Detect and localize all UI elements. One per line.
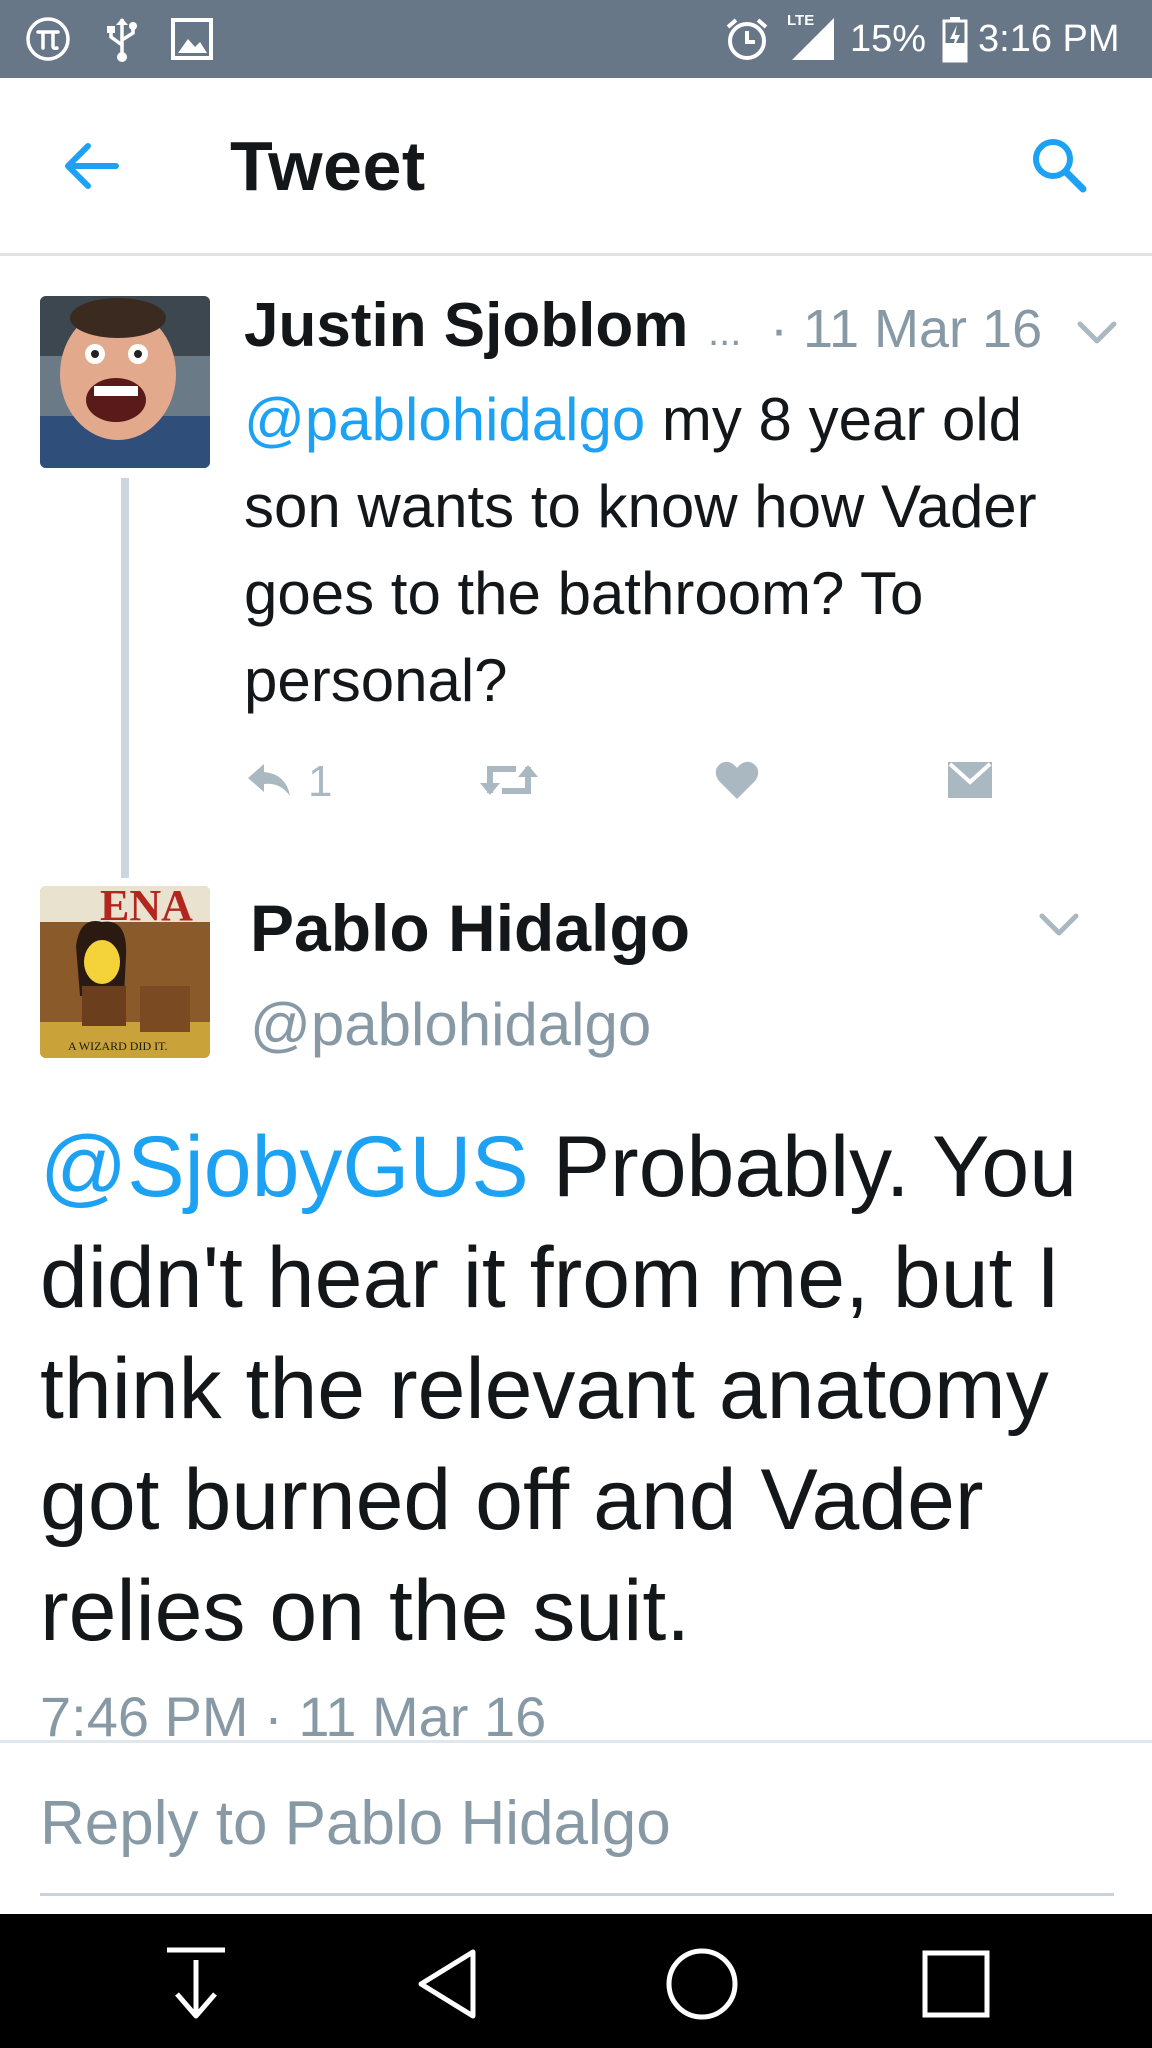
chevron-down-icon[interactable]: [1036, 908, 1082, 942]
envelope-icon: [946, 760, 994, 805]
page-title: Tweet: [230, 127, 426, 205]
direct-message-button[interactable]: [946, 756, 994, 808]
like-button[interactable]: [714, 756, 760, 808]
mention-link[interactable]: @SjobyGUS: [40, 1119, 529, 1215]
chevron-down-icon[interactable]: [1074, 316, 1120, 350]
app-bar: Tweet: [0, 78, 1152, 256]
status-time: 3:16 PM: [978, 18, 1120, 60]
heart-icon: [714, 759, 760, 806]
tweet-text: @pablohidalgo my 8 year old son wants to…: [244, 376, 1124, 724]
retweet-icon: [478, 759, 540, 806]
divider: [0, 1740, 1152, 1743]
tweet-author-name[interactable]: Pablo Hidalgo: [250, 890, 690, 966]
battery-percent: 15%: [850, 18, 927, 60]
recents-nav-icon[interactable]: [906, 1934, 1006, 2034]
name-truncation: ...: [708, 310, 742, 354]
reply-count: 1: [308, 757, 333, 806]
status-bar: LTE 15% 3:16 PM: [0, 0, 1152, 78]
reply-input[interactable]: Reply to Pablo Hidalgo: [40, 1788, 1114, 1896]
hide-keyboard-icon[interactable]: [146, 1934, 246, 2034]
home-nav-icon[interactable]: [652, 1934, 752, 2034]
avatar-justin-sjoblom[interactable]: [40, 296, 210, 468]
avatar-caption: A WIZARD DID IT.: [68, 1039, 168, 1053]
pi-icon: [20, 15, 76, 63]
tweet-author-name[interactable]: Justin Sjoblom: [244, 290, 688, 361]
mention-link[interactable]: @pablohidalgo: [244, 386, 645, 453]
battery-charging-icon: [940, 15, 970, 63]
reply-icon: [244, 760, 294, 805]
reply-input-placeholder: Reply to Pablo Hidalgo: [40, 1789, 671, 1858]
back-nav-icon[interactable]: [398, 1934, 498, 2034]
thread-connector: [121, 478, 129, 878]
search-icon[interactable]: [1026, 132, 1092, 198]
reply-button[interactable]: 1: [244, 756, 332, 808]
alarm-icon: [722, 15, 772, 63]
signal-icon: [790, 15, 836, 63]
tweet-text: @SjobyGUS Probably. You didn't hear it f…: [40, 1112, 1120, 1667]
system-nav-bar: [0, 1914, 1152, 2048]
image-icon: [168, 15, 216, 63]
tweet-author-handle[interactable]: @pablohidalgo: [250, 990, 651, 1059]
retweet-button[interactable]: [478, 756, 540, 808]
avatar-pablo-hidalgo[interactable]: ENA A WIZARD DID IT.: [40, 886, 210, 1058]
usb-icon: [98, 15, 146, 63]
tweet-date: · 11 Mar 16: [770, 299, 1043, 359]
back-arrow-icon[interactable]: [56, 136, 126, 196]
